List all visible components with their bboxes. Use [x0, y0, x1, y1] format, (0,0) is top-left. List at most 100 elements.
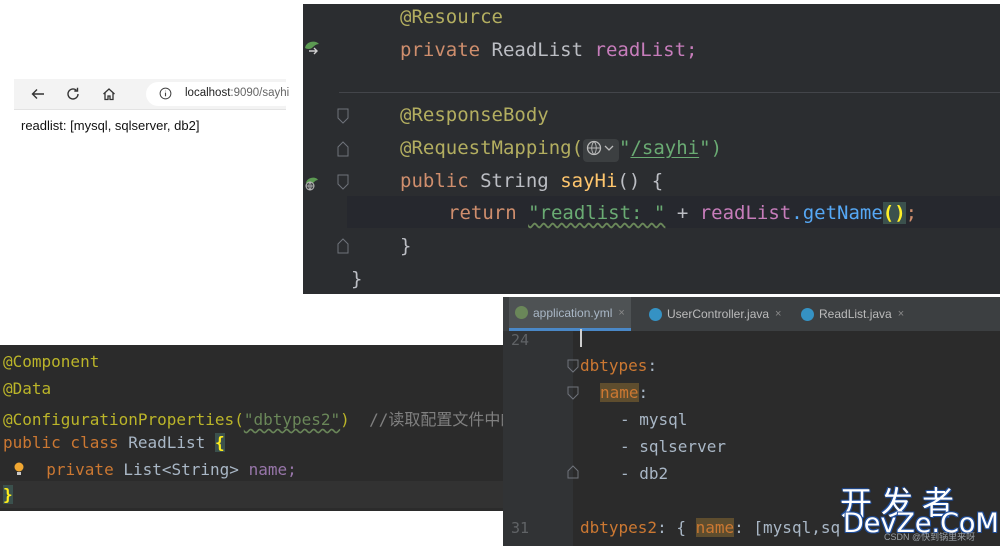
semicolon-token: ;	[905, 202, 918, 224]
reload-icon[interactable]	[62, 83, 84, 105]
yaml-inline-value: : [mysql,sq	[734, 518, 841, 537]
yaml-line: name:	[600, 383, 648, 402]
bracket-highlight: }	[3, 485, 13, 504]
paren-token: )	[340, 410, 350, 429]
field-token: readList	[699, 202, 792, 224]
code-line: @ResponseBody	[400, 104, 549, 126]
back-arrow-icon[interactable]	[27, 83, 49, 105]
string-token: "readlist: "	[528, 202, 666, 224]
text-caret	[580, 329, 582, 347]
fold-marker-icon[interactable]	[336, 174, 350, 190]
string-token: "dbtypes2"	[243, 410, 341, 429]
method-separator	[339, 92, 1000, 93]
yaml-key: dbtypes2	[580, 518, 658, 537]
yaml-line: - sqlserver	[620, 437, 726, 456]
yaml-key: name	[600, 383, 639, 402]
operator-token: +	[676, 202, 689, 224]
java-class-icon	[649, 307, 662, 321]
editor-gutter	[503, 331, 573, 546]
annotation-token: @Data	[3, 379, 52, 398]
bracket-highlight: ()	[882, 202, 906, 224]
readlist-code-editor[interactable]: @Component @Data @ConfigurationPropertie…	[0, 345, 562, 511]
bracket-highlight: {	[214, 433, 225, 452]
brace-token: {	[651, 170, 664, 192]
line-number: 24	[511, 331, 530, 349]
method-call-token: .getName	[791, 202, 883, 224]
code-line: @Data	[3, 379, 51, 398]
code-line: }	[351, 268, 362, 290]
code-line: }	[400, 235, 411, 257]
brace-token: }	[351, 268, 363, 290]
code-line: }	[3, 485, 13, 504]
tab-label: application.yml	[533, 305, 613, 320]
lightbulb-icon[interactable]	[13, 461, 27, 481]
yaml-list-item: - mysql	[620, 410, 688, 429]
yaml-line: dbtypes2: { name: [mysql,sq	[580, 518, 840, 537]
code-line: @Component	[3, 352, 99, 371]
address-bar[interactable]: localhost:9090/sayhi	[146, 82, 296, 106]
fold-marker-icon[interactable]	[567, 465, 579, 479]
code-line: private List<String> name;	[13, 460, 297, 481]
code-line: public class ReadList {	[3, 433, 225, 452]
code-line: @RequestMapping( "/sayhi")	[400, 137, 722, 162]
keyword-token: private	[46, 460, 114, 479]
close-icon[interactable]: ×	[898, 308, 904, 320]
tab-label: ReadList.java	[819, 307, 892, 321]
tab-readlist-java[interactable]: ReadList.java ×	[797, 297, 908, 331]
code-line: public String sayHi() {	[400, 170, 663, 192]
yaml-key: name	[695, 518, 735, 537]
type-token: ReadList	[491, 39, 584, 61]
tab-application-yml[interactable]: application.yml ×	[509, 297, 631, 331]
url-path-token[interactable]: /sayhi	[630, 137, 699, 159]
yaml-colon: :	[647, 356, 658, 375]
code-line: @ConfigurationProperties("dbtypes2") //读…	[3, 406, 548, 430]
java-class-icon	[801, 307, 814, 321]
keyword-token: public class	[3, 433, 119, 452]
code-line: return "readlist: " + readList.getName()…	[448, 202, 917, 224]
url-mapping-icon[interactable]	[583, 139, 620, 162]
url-host: localhost	[185, 87, 231, 99]
close-icon[interactable]: ×	[775, 308, 781, 320]
editor-tab-bar: application.yml × UserController.java × …	[503, 297, 1000, 331]
annotation-token: @Resource	[400, 6, 503, 28]
info-icon[interactable]	[159, 87, 172, 103]
yaml-inline-brace: : {	[657, 518, 686, 537]
annotation-token: @Component	[3, 352, 100, 371]
string-quote: ")	[699, 137, 723, 159]
home-icon[interactable]	[98, 83, 120, 105]
fold-marker-icon[interactable]	[336, 141, 350, 157]
current-line-highlight	[0, 481, 562, 508]
controller-code-editor[interactable]: @Resource private ReadList readList; @Re…	[303, 4, 1000, 294]
bean-navigation-icon[interactable]	[303, 38, 321, 63]
annotation-token: @ResponseBody	[400, 104, 549, 126]
type-token: List<String>	[123, 460, 239, 479]
fold-marker-icon[interactable]	[567, 359, 579, 373]
web-endpoint-icon[interactable]	[303, 174, 321, 197]
yaml-line: dbtypes:	[580, 356, 657, 375]
annotation-token: @RequestMapping(	[400, 137, 584, 159]
fold-marker-icon[interactable]	[336, 108, 350, 124]
yaml-line: - db2	[620, 464, 668, 483]
yaml-key: dbtypes	[580, 356, 648, 375]
brace-token: }	[400, 235, 412, 257]
url-path: :9090/sayhi	[230, 87, 290, 99]
yaml-line: - mysql	[620, 410, 687, 429]
keyword-token: public	[400, 170, 469, 192]
fold-marker-icon[interactable]	[336, 238, 350, 254]
fold-marker-icon[interactable]	[567, 386, 579, 400]
close-icon[interactable]: ×	[618, 307, 624, 319]
address-url: localhost:9090/sayhi	[185, 87, 289, 99]
paren-token: ()	[617, 170, 641, 192]
code-line: private ReadList readList;	[400, 39, 697, 61]
yaml-file-icon	[515, 306, 528, 319]
field-token: name;	[248, 460, 297, 479]
watermark-credit: CSDN @快到锅里来呀	[884, 532, 976, 542]
tab-usercontroller-java[interactable]: UserController.java ×	[645, 297, 785, 331]
string-quote: "	[619, 137, 631, 159]
tab-label: UserController.java	[667, 307, 770, 321]
class-name-token: ReadList	[128, 433, 206, 452]
browser-toolbar: localhost:9090/sayhi	[14, 79, 296, 110]
annotation-token: @ConfigurationProperties(	[3, 410, 244, 429]
code-line: @Resource	[400, 6, 503, 28]
yaml-colon: :	[638, 383, 649, 402]
